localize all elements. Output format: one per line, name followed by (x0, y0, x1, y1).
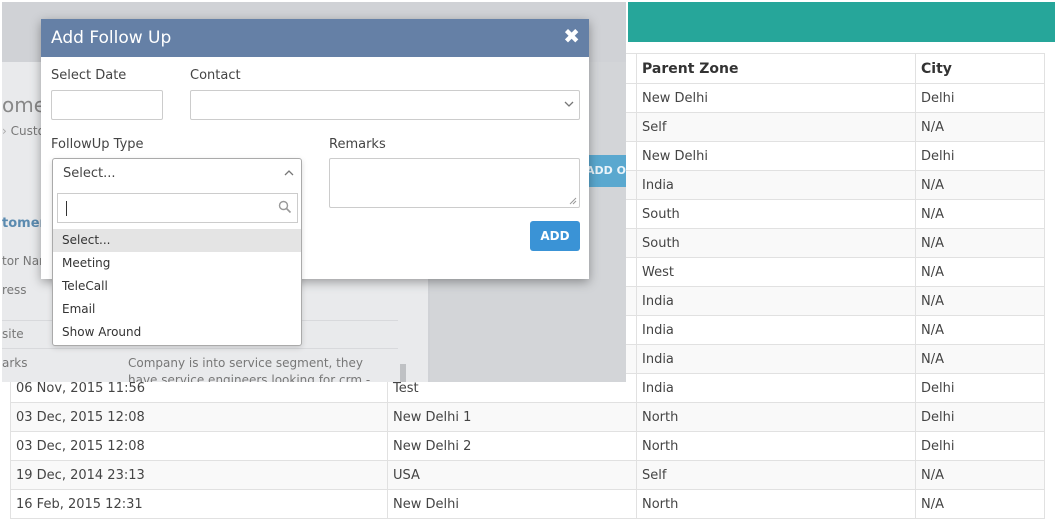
column-name-cell: New Delhi 1 (387, 402, 637, 432)
chevron-up-icon (284, 170, 294, 176)
column-city-cell: N/A (915, 199, 1045, 229)
column-city-cell: N/A (915, 315, 1045, 345)
close-icon[interactable]: ✖ (563, 24, 580, 48)
column-header-parent-zone[interactable]: Parent Zone (636, 53, 916, 84)
column-parent-zone-cell: India (636, 286, 916, 316)
dropdown-option[interactable]: Select... (53, 229, 301, 252)
column-parent-zone-cell: Self (636, 460, 916, 490)
search-icon (278, 200, 292, 214)
column-parent-zone-cell: India (636, 344, 916, 374)
column-name-cell: New Delhi (387, 489, 637, 519)
backdrop-field-label: tor Nar (2, 254, 45, 268)
dropdown-option[interactable]: Meeting (53, 252, 301, 275)
column-parent-zone-cell: Self (636, 112, 916, 142)
chevron-down-icon (564, 101, 574, 107)
text-caret (66, 201, 67, 216)
dropdown-option[interactable]: Email (53, 298, 301, 321)
table-row: 16 Feb, 2015 12:31 New Delhi North N/A (10, 489, 1045, 519)
column-parent-zone-cell: India (636, 315, 916, 345)
breadcrumb-chevron-icon: › (2, 124, 7, 138)
column-city-cell: N/A (915, 228, 1045, 258)
select-date-label: Select Date (51, 68, 127, 83)
column-parent-zone-cell: North (636, 431, 916, 461)
column-parent-zone-cell: South (636, 199, 916, 229)
backdrop-field-label: arks (2, 356, 28, 370)
column-date-cell: 03 Dec, 2015 12:08 (10, 431, 388, 461)
column-parent-zone-cell: North (636, 402, 916, 432)
remarks-textarea[interactable] (329, 158, 580, 208)
followup-type-label: FollowUp Type (51, 137, 144, 152)
contact-label: Contact (190, 68, 241, 83)
modal-title: Add Follow Up (51, 28, 172, 48)
backdrop-add-order-button: ADD OR (584, 155, 626, 187)
column-name-cell: USA (387, 460, 637, 490)
column-parent-zone-cell: India (636, 170, 916, 200)
table-row: 03 Dec, 2015 12:08 New Delhi 1 North Delhi (10, 402, 1045, 432)
column-parent-zone-cell: North (636, 489, 916, 519)
backdrop-breadcrumb: › Custo (2, 124, 45, 138)
column-city-cell: N/A (915, 170, 1045, 200)
column-city-cell: Delhi (915, 141, 1045, 171)
table-row: 19 Dec, 2014 23:13 USA Self N/A (10, 460, 1045, 490)
column-city-cell: N/A (915, 489, 1045, 519)
column-city-cell: Delhi (915, 83, 1045, 113)
column-parent-zone-cell: South (636, 228, 916, 258)
dropdown-option[interactable]: Show Around (53, 321, 301, 344)
backdrop-heading: ome (2, 93, 47, 117)
column-date-cell: 19 Dec, 2014 23:13 (10, 460, 388, 490)
column-parent-zone-cell: New Delhi (636, 141, 916, 171)
resize-grip-icon[interactable] (569, 197, 577, 205)
page-header-bar (628, 2, 1055, 42)
modal-header: Add Follow Up ✖ (41, 19, 589, 57)
column-city-cell: N/A (915, 460, 1045, 490)
column-date-cell: 16 Feb, 2015 12:31 (10, 489, 388, 519)
followup-type-selected[interactable]: Select... (53, 159, 301, 189)
column-parent-zone-cell: India (636, 373, 916, 403)
dropdown-option[interactable]: TeleCall (53, 275, 301, 298)
dropdown-search-input[interactable] (57, 193, 298, 223)
followup-type-select[interactable]: Select... Select... Meeting TeleCall Email S… (52, 158, 302, 346)
column-city-cell: N/A (915, 112, 1045, 142)
column-date-cell: 03 Dec, 2015 12:08 (10, 402, 388, 432)
backdrop-section-link: tomer (2, 216, 46, 231)
backdrop-remarks-text: Company is into service segment, they (128, 356, 363, 370)
column-header-city[interactable]: City (915, 53, 1045, 84)
table-row: 03 Dec, 2015 12:08 New Delhi 2 North Delhi (10, 431, 1045, 461)
column-city-cell: Delhi (915, 431, 1045, 461)
column-city-cell: N/A (915, 286, 1045, 316)
column-city-cell: Delhi (915, 373, 1045, 403)
select-date-input[interactable] (51, 90, 163, 120)
column-parent-zone-cell: New Delhi (636, 83, 916, 113)
remarks-label: Remarks (329, 137, 386, 152)
column-name-cell: New Delhi 2 (387, 431, 637, 461)
backdrop-field-label: site (2, 327, 24, 341)
backdrop-field-label: ress (2, 283, 27, 297)
column-city-cell: N/A (915, 344, 1045, 374)
column-parent-zone-cell: West (636, 257, 916, 287)
selected-value: Select... (63, 166, 116, 181)
backdrop-remarks-text: have service engineers looking for crm - (128, 373, 371, 382)
contact-select[interactable] (190, 90, 580, 120)
add-button[interactable]: ADD (530, 221, 580, 251)
dropdown-options-list: Select... Meeting TeleCall Email Show Around (53, 229, 301, 344)
backdrop-scrollbar (400, 364, 406, 382)
column-city-cell: Delhi (915, 402, 1045, 432)
column-city-cell: N/A (915, 257, 1045, 287)
backdrop-divider (2, 348, 398, 349)
